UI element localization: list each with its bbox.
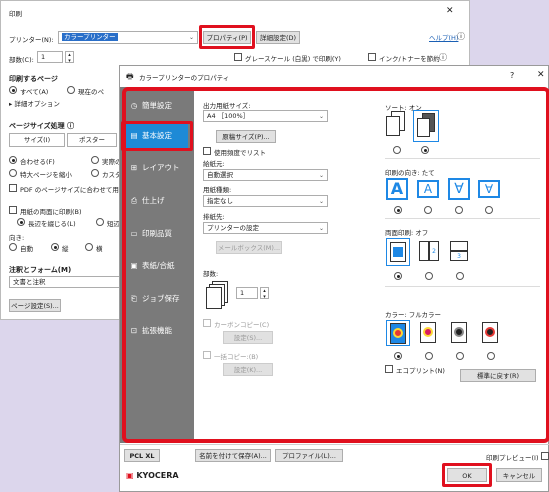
duplex-checkbox[interactable] [9,206,17,214]
save-ink-label: インク/トナーを節約 [379,55,440,63]
kyocera-logo-mark: ▣ [126,471,134,480]
help-icon[interactable]: ? [510,71,514,80]
cancel-button[interactable]: キャンセル [496,468,542,482]
duplex-label: 用紙の両面に印刷(B) [20,208,82,216]
pcl-xl-button[interactable]: PCL XL [124,449,160,462]
kyocera-brand: KYOCERA [136,471,179,480]
poster-button[interactable]: ポスター [67,133,117,147]
print-dialog-close-icon[interactable]: ✕ [446,6,454,16]
preview-label: 印刷プレビュー(I) [486,454,539,462]
shrink-label: 特大ページを縮小 [20,171,72,179]
profile-button[interactable]: プロファイル(L)... [275,449,343,462]
properties-dialog: 🖶 カラープリンターのプロパティ ? ✕ ◷ 簡単設定 ▤ 基本設定 ⊞ レイアウト … [119,65,549,492]
long-edge-label: 長辺を綴じる(L) [28,220,76,228]
copies-label: 部数(C): [9,56,34,64]
printer-select-value: カラープリンター [62,33,118,41]
ok-highlight [442,463,492,487]
orientation-label: 向き: [9,234,25,242]
copies-input[interactable]: 1 [37,51,63,63]
advanced-button[interactable]: 詳細設定(D) [256,31,300,44]
save-as-button[interactable]: 名前を付けて保存(A)... [195,449,271,462]
pdf-fit-checkbox[interactable] [9,184,17,192]
grayscale-checkbox[interactable] [234,53,242,61]
printer-label: プリンター(N): [9,36,54,44]
basic-tab-highlight [121,121,193,151]
custom-radio[interactable] [91,169,99,177]
landscape-label: 横 [96,245,103,253]
copies-stepper[interactable]: ▴ ▾ [65,51,74,64]
current-page-label: 現在のペ [78,88,104,96]
all-pages-label: すべて(A) [20,88,49,96]
shrink-radio[interactable] [9,169,17,177]
portrait-radio[interactable] [51,243,59,251]
comments-select[interactable]: 文書と注釈 [9,276,121,288]
fit-label: 合わせる(F) [20,158,55,166]
current-page-radio[interactable] [67,86,75,94]
print-dialog-title: 印刷 [9,10,22,18]
detail-options-link[interactable]: ▸ 詳細オプション [9,98,60,108]
help-link[interactable]: ヘルプ(H) [429,32,458,42]
close-icon[interactable]: ✕ [537,70,545,80]
auto-label: 自動 [20,245,33,253]
portrait-label: 縦 [62,245,69,253]
sizing-heading: ページサイズ処理 ⓘ [9,122,75,130]
help-icon[interactable]: ⓘ [457,31,465,42]
fit-radio[interactable] [9,156,17,164]
info-icon: ⓘ [439,53,447,62]
properties-highlight [199,25,255,49]
page-setup-button[interactable]: ページ設定(S)... [9,299,61,312]
chevron-down-icon: ⌄ [188,34,194,41]
long-edge-radio[interactable] [17,218,25,226]
short-edge-radio[interactable] [96,218,104,226]
save-ink-checkbox[interactable] [368,53,376,61]
auto-radio[interactable] [9,243,17,251]
pdf-fit-label: PDF のページサイズに合わせて用紙 [20,186,126,194]
preview-checkbox[interactable] [541,452,549,460]
properties-title: カラープリンターのプロパティ [139,74,230,82]
pages-heading: 印刷するページ [9,75,58,83]
comments-heading: 注釈とフォーム(M) [9,266,72,274]
size-button[interactable]: サイズ(I) [9,133,65,147]
all-pages-radio[interactable] [9,86,17,94]
kyocera-logo: ▣ KYOCERA [126,471,179,480]
grayscale-label: グレースケール (白黒) で印刷(Y) [245,55,341,63]
printer-icon: 🖶 [126,72,134,81]
separator [120,444,549,445]
printer-select[interactable]: カラープリンター ⌄ [58,31,198,44]
landscape-radio[interactable] [85,243,93,251]
actual-size-radio[interactable] [91,156,99,164]
